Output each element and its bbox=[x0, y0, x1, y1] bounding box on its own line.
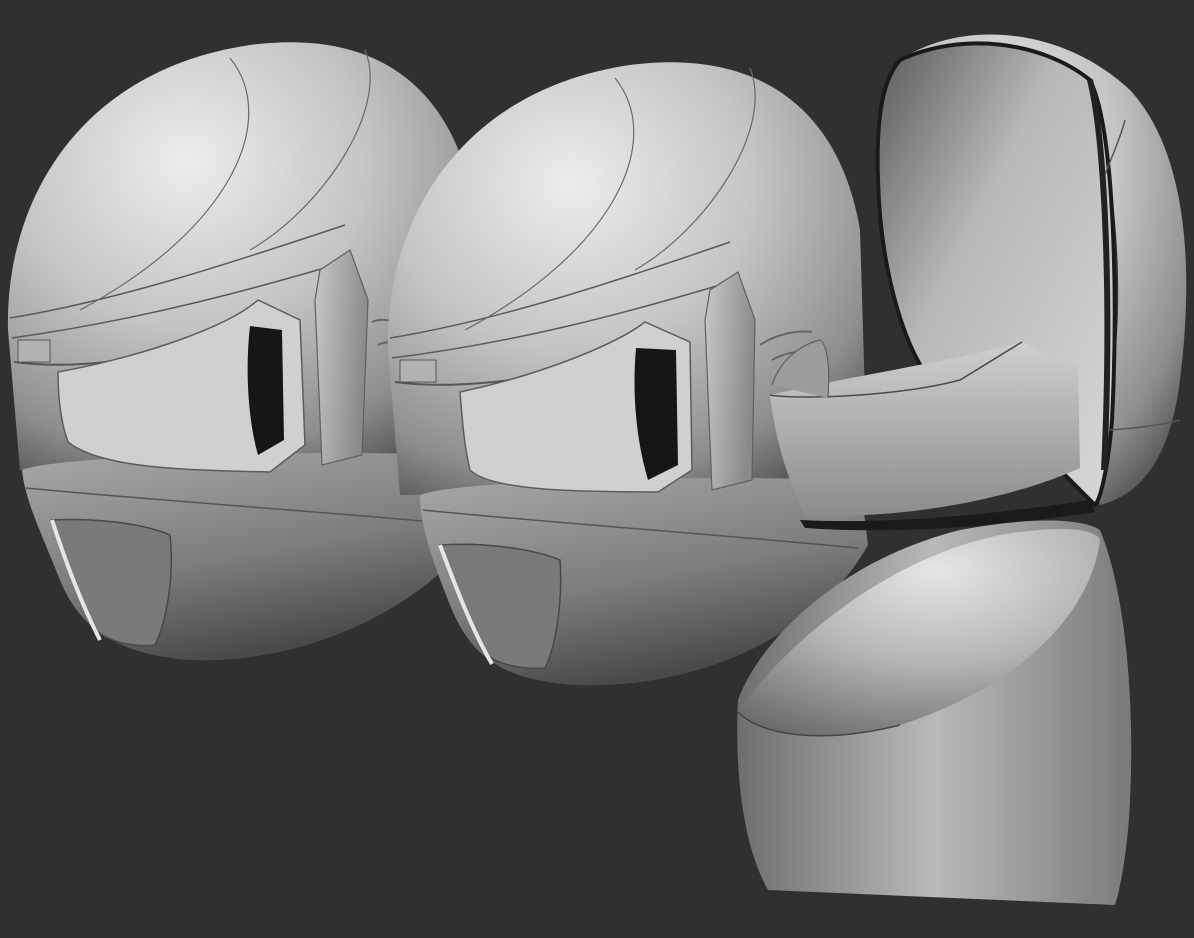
3d-viewport[interactable] bbox=[0, 0, 1194, 938]
viewport-canvas[interactable] bbox=[0, 0, 1194, 938]
